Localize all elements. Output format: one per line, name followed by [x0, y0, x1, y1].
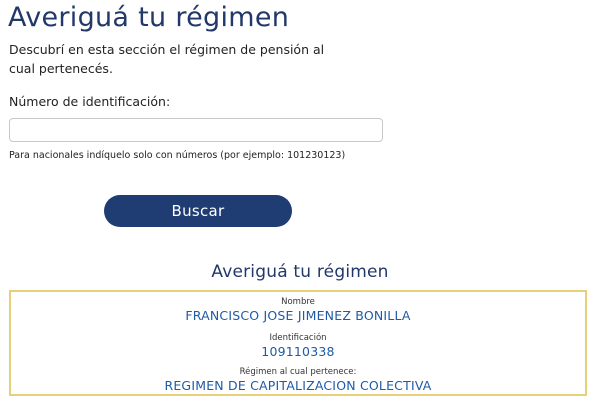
result-title: Averiguá tu régimen	[211, 262, 389, 282]
result-regime-field: Régimen al cual pertenece: REGIMEN DE CA…	[11, 367, 585, 393]
result-name-field: Nombre FRANCISCO JOSE JIMENEZ BONILLA	[11, 297, 585, 323]
id-hint-text: Para nacionales indíquelo solo con númer…	[9, 150, 346, 161]
result-name-label: Nombre	[281, 297, 315, 307]
result-id-value: 109110338	[261, 344, 335, 359]
result-id-label: Identificación	[269, 333, 327, 343]
result-regime-label: Régimen al cual pertenece:	[239, 367, 357, 377]
id-number-label: Número de identificación:	[9, 94, 171, 109]
intro-text: Descubrí en esta sección el régimen de p…	[9, 42, 325, 76]
page: Averiguá tu régimen Descubrí en esta sec…	[0, 0, 600, 400]
id-number-input[interactable]	[9, 118, 383, 142]
search-button[interactable]: Buscar	[104, 195, 292, 227]
result-regime-value: REGIMEN DE CAPITALIZACION COLECTIVA	[164, 378, 432, 393]
result-id-field: Identificación 109110338	[11, 333, 585, 359]
page-title: Averiguá tu régimen	[8, 2, 290, 33]
result-name-value: FRANCISCO JOSE JIMENEZ BONILLA	[185, 308, 411, 323]
result-card: Nombre FRANCISCO JOSE JIMENEZ BONILLA Id…	[9, 290, 587, 396]
